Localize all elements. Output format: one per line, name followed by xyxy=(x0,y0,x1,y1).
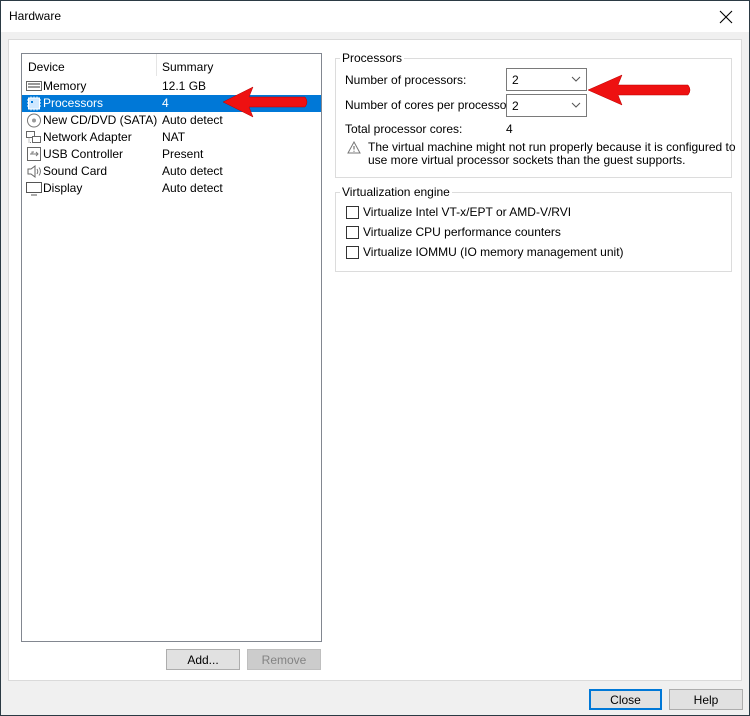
speaker-icon xyxy=(27,165,41,178)
content-panel: Device Summary Memory 12.1 GB Processors… xyxy=(8,39,742,681)
close-window-button[interactable] xyxy=(703,1,749,32)
cores-per-processor-label: Number of cores per processor: xyxy=(345,98,514,112)
device-summary: Auto detect xyxy=(162,181,223,195)
device-name: Display xyxy=(43,181,83,195)
usb-icon xyxy=(27,147,41,161)
warning-text-line1: The virtual machine might not run proper… xyxy=(368,140,736,154)
num-processors-value: 2 xyxy=(512,73,519,87)
num-processors-label: Number of processors: xyxy=(345,73,467,87)
processor-icon xyxy=(27,96,41,111)
total-cores-value: 4 xyxy=(506,122,513,136)
checkbox-virtualize-iommu[interactable]: Virtualize IOMMU (IO memory management u… xyxy=(346,244,624,260)
device-name: New CD/DVD (SATA) xyxy=(43,113,158,127)
network-adapter-icon xyxy=(26,131,41,143)
device-summary: 12.1 GB xyxy=(162,79,207,93)
cd-dvd-icon xyxy=(27,113,41,128)
device-row-display[interactable]: Display Auto detect xyxy=(22,180,321,197)
device-summary: Present xyxy=(162,147,204,161)
warning-icon xyxy=(347,141,361,154)
device-list[interactable]: Device Summary Memory 12.1 GB Processors… xyxy=(21,53,322,642)
device-summary: Auto detect xyxy=(162,113,223,127)
device-row-processors[interactable]: Processors 4 xyxy=(22,95,321,112)
warning-text-line2: use more virtual processor sockets than … xyxy=(368,153,686,167)
column-header-summary[interactable]: Summary xyxy=(162,60,213,74)
checkbox-virtualize-cpu-counters[interactable]: Virtualize CPU performance counters xyxy=(346,224,561,240)
device-name: USB Controller xyxy=(43,147,124,161)
device-summary: NAT xyxy=(162,130,186,144)
device-list-header: Device Summary xyxy=(22,54,321,78)
checkbox-box[interactable] xyxy=(346,245,359,259)
help-button[interactable]: Help xyxy=(669,689,743,710)
cores-per-processor-value: 2 xyxy=(512,99,519,113)
cores-per-processor-dropdown[interactable]: 2 xyxy=(506,94,587,117)
column-header-device[interactable]: Device xyxy=(28,60,65,74)
device-name: Sound Card xyxy=(43,164,108,178)
device-summary: 4 xyxy=(162,96,169,110)
hardware-dialog: Hardware Device Summary Memory 12.1 GB P… xyxy=(0,0,750,716)
add-device-button[interactable]: Add... xyxy=(166,649,240,670)
checkbox-virtualize-vtx[interactable]: Virtualize Intel VT-x/EPT or AMD-V/RVI xyxy=(346,204,571,220)
device-name: Processors xyxy=(43,96,104,110)
memory-icon xyxy=(26,81,42,91)
remove-device-button[interactable]: Remove xyxy=(247,649,321,670)
chevron-down-icon xyxy=(571,102,581,108)
checkbox-box[interactable] xyxy=(346,225,359,239)
device-name: Network Adapter xyxy=(43,130,132,144)
checkbox-box[interactable] xyxy=(346,205,359,219)
total-cores-label: Total processor cores: xyxy=(345,122,463,136)
chevron-down-icon xyxy=(571,76,581,82)
device-row-cd-dvd[interactable]: New CD/DVD (SATA) Auto detect xyxy=(22,112,321,129)
virtualization-group-label: Virtualization engine xyxy=(340,185,452,199)
device-row-usb-controller[interactable]: USB Controller Present xyxy=(22,146,321,163)
monitor-icon xyxy=(26,182,42,196)
close-x-icon xyxy=(719,10,733,23)
device-row-sound-card[interactable]: Sound Card Auto detect xyxy=(22,163,321,180)
checkbox-label: Virtualize Intel VT-x/EPT or AMD-V/RVI xyxy=(363,205,572,219)
num-processors-dropdown[interactable]: 2 xyxy=(506,68,587,91)
checkbox-label: Virtualize IOMMU (IO memory management u… xyxy=(363,245,624,259)
window-title: Hardware xyxy=(9,9,62,23)
device-summary: Auto detect xyxy=(162,164,223,178)
checkbox-label: Virtualize CPU performance counters xyxy=(363,225,561,239)
title-bar: Hardware xyxy=(1,1,749,32)
device-row-network-adapter[interactable]: Network Adapter NAT xyxy=(22,129,321,146)
close-button[interactable]: Close xyxy=(589,689,662,710)
processors-group-label: Processors xyxy=(340,51,405,65)
device-name: Memory xyxy=(43,79,87,93)
device-row-memory[interactable]: Memory 12.1 GB xyxy=(22,78,321,95)
column-separator[interactable] xyxy=(156,54,157,76)
